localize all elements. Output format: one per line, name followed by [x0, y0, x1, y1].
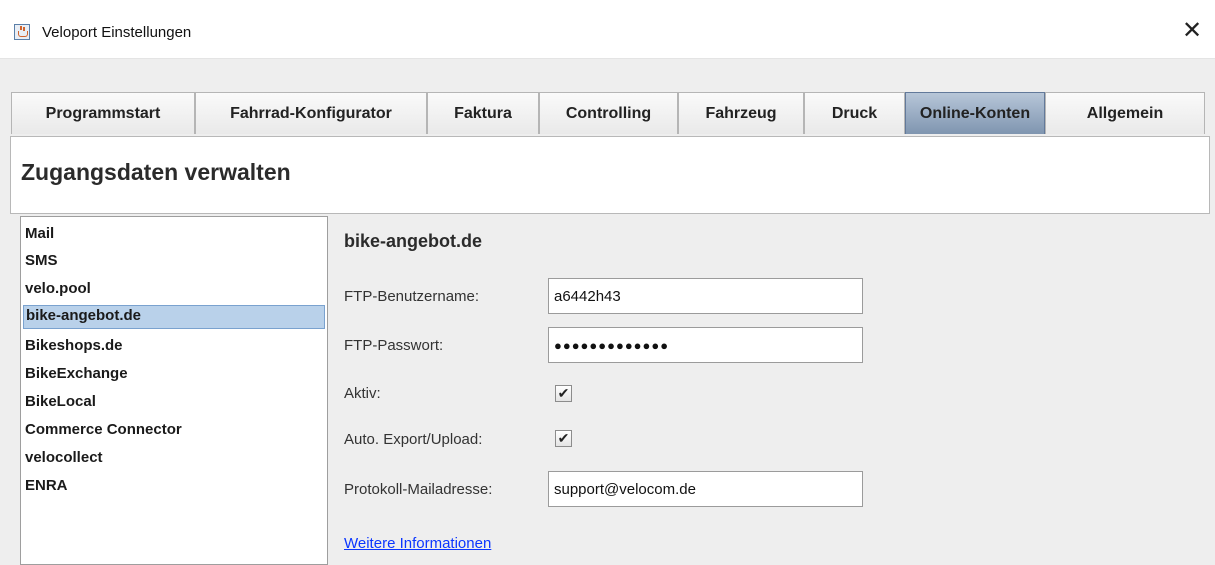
- detail-title: bike-angebot.de: [344, 231, 483, 251]
- tab-druck[interactable]: Druck: [804, 92, 905, 134]
- list-item-bikelocal[interactable]: BikeLocal: [23, 391, 325, 415]
- list-item-sms[interactable]: SMS: [23, 250, 325, 274]
- protocol-mail-input[interactable]: [548, 471, 863, 507]
- auto-export-checkbox[interactable]: ✔: [555, 430, 572, 447]
- list-item-enra[interactable]: ENRA: [23, 475, 325, 499]
- list-item-mail[interactable]: Mail: [23, 223, 325, 247]
- list-item-bikeexchange[interactable]: BikeExchange: [23, 363, 325, 387]
- tab-online-konten[interactable]: Online-Konten: [905, 92, 1045, 134]
- list-item-commerce-connector[interactable]: Commerce Connector: [23, 419, 325, 443]
- list-item-velocollect[interactable]: velocollect: [23, 447, 325, 471]
- tab-controlling[interactable]: Controlling: [539, 92, 678, 134]
- java-app-icon: [14, 24, 30, 40]
- window-title: Veloport Einstellungen: [42, 24, 192, 41]
- tab-programmstart[interactable]: Programmstart: [11, 92, 195, 134]
- ftp-username-label: FTP-Benutzername:: [344, 288, 480, 305]
- header-panel: Zugangsdaten verwalten: [10, 136, 1210, 214]
- auto-export-label: Auto. Export/Upload:: [344, 431, 483, 448]
- protocol-mail-label: Protokoll-Mailadresse:: [344, 481, 493, 498]
- title-bar: Veloport Einstellungen ✕: [0, 0, 1215, 59]
- tab-allgemein[interactable]: Allgemein: [1045, 92, 1205, 134]
- list-item-bike-angebot[interactable]: bike-angebot.de: [23, 305, 325, 329]
- tab-faktura[interactable]: Faktura: [427, 92, 539, 134]
- active-checkbox[interactable]: ✔: [555, 385, 572, 402]
- accounts-list: Mail SMS velo.pool bike-angebot.de Bikes…: [20, 216, 328, 565]
- tab-fahrzeug[interactable]: Fahrzeug: [678, 92, 804, 134]
- more-info-link[interactable]: Weitere Informationen: [344, 535, 491, 552]
- close-icon[interactable]: ✕: [1177, 16, 1207, 46]
- tab-strip: Programmstart Fahrrad-Konfigurator Faktu…: [0, 92, 1215, 136]
- ftp-password-input[interactable]: ●●●●●●●●●●●●●: [548, 327, 863, 363]
- list-item-velo-pool[interactable]: velo.pool: [23, 278, 325, 302]
- ftp-username-input[interactable]: [548, 278, 863, 314]
- tab-fahrrad-konfigurator[interactable]: Fahrrad-Konfigurator: [195, 92, 427, 134]
- page-title: Zugangsdaten verwalten: [21, 159, 291, 185]
- active-label: Aktiv:: [344, 385, 381, 402]
- list-item-bikeshops[interactable]: Bikeshops.de: [23, 335, 325, 359]
- ftp-password-label: FTP-Passwort:: [344, 337, 444, 354]
